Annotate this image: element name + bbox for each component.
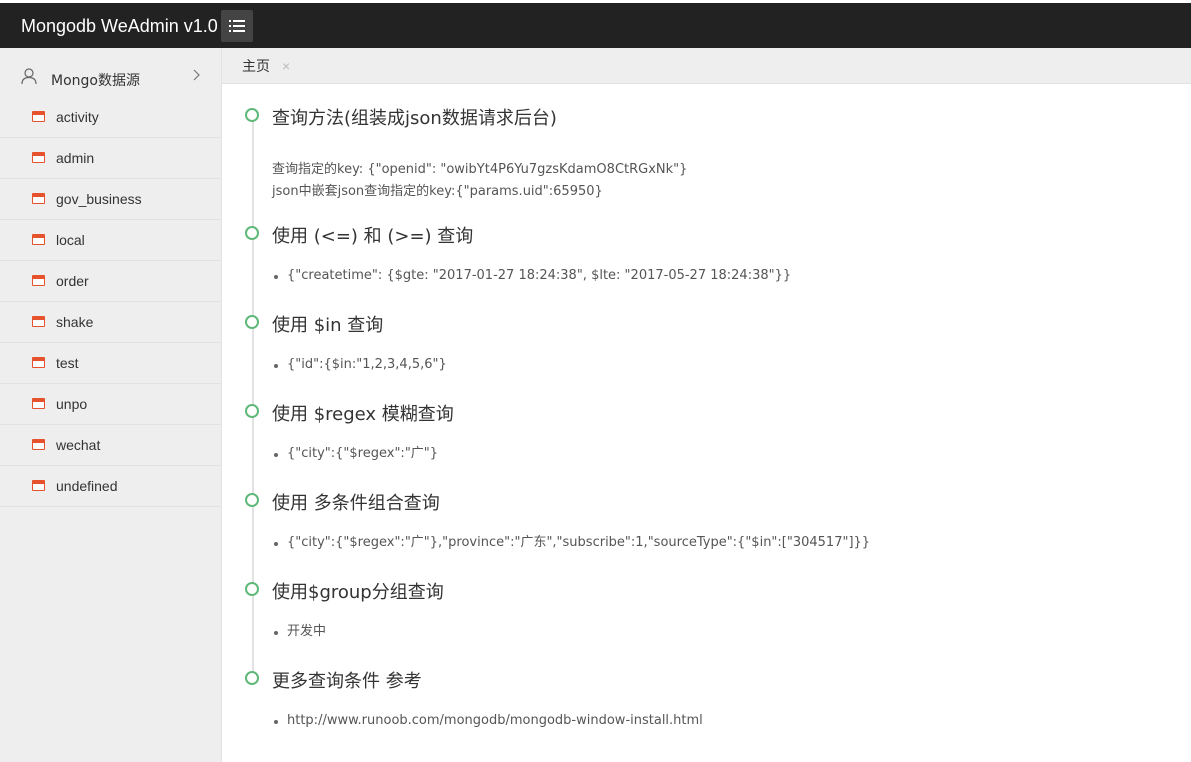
table-icon — [32, 439, 45, 450]
timeline-bullets: {"id":{$in:"1,2,3,4,5,6"} — [272, 355, 447, 375]
sidebar-item-admin[interactable]: admin — [0, 138, 221, 179]
list-item: {"city":{"$regex":"广"},"province":"广东","… — [272, 533, 870, 553]
sidebar-group-mongo[interactable]: Mongo数据源 — [0, 48, 221, 104]
sidebar-item-label: gov_business — [56, 191, 142, 207]
sidebar-item-label: wechat — [56, 437, 101, 453]
sidebar-item-test[interactable]: test — [0, 343, 221, 384]
list-item: {"createtime": {$gte: "2017-01-27 18:24:… — [272, 266, 791, 286]
app-title: Mongodb WeAdmin v1.0 — [21, 16, 218, 36]
table-icon — [32, 152, 45, 163]
sidebar-item-label: activity — [56, 109, 99, 125]
chevron-right-icon — [193, 69, 200, 81]
timeline-body: 查询指定的key: {"openid": "owibYt4P6Yu7gzsKda… — [272, 159, 687, 203]
sidebar-item-wechat[interactable]: wechat — [0, 425, 221, 466]
timeline-title: 使用 多条件组合查询 — [272, 493, 440, 514]
timeline-title: 使用 (<=) 和 (>=) 查询 — [272, 226, 474, 247]
timeline-line: json中嵌套json查询指定的key:{"params.uid":65950} — [272, 184, 603, 199]
sidebar-item-undefined[interactable]: undefined — [0, 466, 221, 507]
top-bar: Mongodb WeAdmin v1.0 — [0, 0, 1191, 48]
menu-toggle-button[interactable] — [221, 10, 253, 42]
table-icon — [32, 398, 45, 409]
timeline-bullets: 开发中 — [272, 622, 326, 642]
tab-home[interactable]: 主页 × — [222, 48, 310, 84]
timeline-dot-icon — [245, 671, 259, 685]
sidebar-item-activity[interactable]: activity — [0, 97, 221, 138]
sidebar-item-gov-business[interactable]: gov_business — [0, 179, 221, 220]
main-content: 查询方法(组装成json数据请求后台) 查询指定的key: {"openid":… — [222, 85, 1191, 762]
table-icon — [32, 234, 45, 245]
table-icon — [32, 357, 45, 368]
timeline-dot-icon — [245, 315, 259, 329]
timeline-title: 使用 $in 查询 — [272, 315, 384, 336]
timeline-dot-icon — [245, 404, 259, 418]
timeline-bullets: http://www.runoob.com/mongodb/mongodb-wi… — [272, 711, 703, 731]
sidebar-item-order[interactable]: order — [0, 261, 221, 302]
timeline-bullets: {"city":{"$regex":"广"} — [272, 444, 438, 464]
sidebar-item-label: unpo — [56, 396, 88, 412]
sidebar-item-shake[interactable]: shake — [0, 302, 221, 343]
sidebar-item-label: undefined — [56, 478, 118, 494]
list-item: 开发中 — [272, 622, 326, 642]
timeline-dot-icon — [245, 226, 259, 240]
table-icon — [32, 275, 45, 286]
timeline-dot-icon — [245, 493, 259, 507]
timeline-title: 查询方法(组装成json数据请求后台) — [272, 108, 557, 129]
table-icon — [32, 316, 45, 327]
timeline-line: 查询指定的key: {"openid": "owibYt4P6Yu7gzsKda… — [272, 162, 688, 177]
sidebar-item-label: shake — [56, 314, 94, 330]
table-icon — [32, 193, 45, 204]
timeline-bullets: {"city":{"$regex":"广"},"province":"广东","… — [272, 533, 870, 553]
timeline-bullets: {"createtime": {$gte: "2017-01-27 18:24:… — [272, 266, 791, 286]
close-icon[interactable]: × — [282, 58, 290, 74]
reference-link[interactable]: http://www.runoob.com/mongodb/mongodb-wi… — [272, 711, 703, 731]
list-item: {"city":{"$regex":"广"} — [272, 444, 438, 464]
user-icon — [21, 68, 37, 84]
sidebar-item-label: test — [56, 355, 79, 371]
table-icon — [32, 480, 45, 491]
sidebar-item-unpo[interactable]: unpo — [0, 384, 221, 425]
sidebar-group-label: Mongo数据源 — [51, 73, 140, 89]
timeline-title: 更多查询条件 参考 — [272, 671, 422, 692]
hamburger-icon — [229, 20, 245, 32]
sidebar-item-local[interactable]: local — [0, 220, 221, 261]
tab-label: 主页 — [242, 59, 270, 75]
tab-bar: 主页 × — [222, 48, 1191, 84]
timeline-title: 使用 $regex 模糊查询 — [272, 404, 454, 425]
table-icon — [32, 111, 45, 122]
sidebar: Mongo数据源 activity admin gov_business loc… — [0, 48, 222, 762]
timeline-title: 使用$group分组查询 — [272, 582, 444, 603]
sidebar-item-label: admin — [56, 150, 95, 166]
sidebar-item-label: local — [56, 232, 85, 248]
sidebar-item-label: order — [56, 273, 89, 289]
timeline-dot-icon — [245, 582, 259, 596]
list-item: {"id":{$in:"1,2,3,4,5,6"} — [272, 355, 447, 375]
timeline-dot-icon — [245, 108, 259, 122]
sidebar-db-list: activity admin gov_business local order … — [0, 97, 221, 507]
